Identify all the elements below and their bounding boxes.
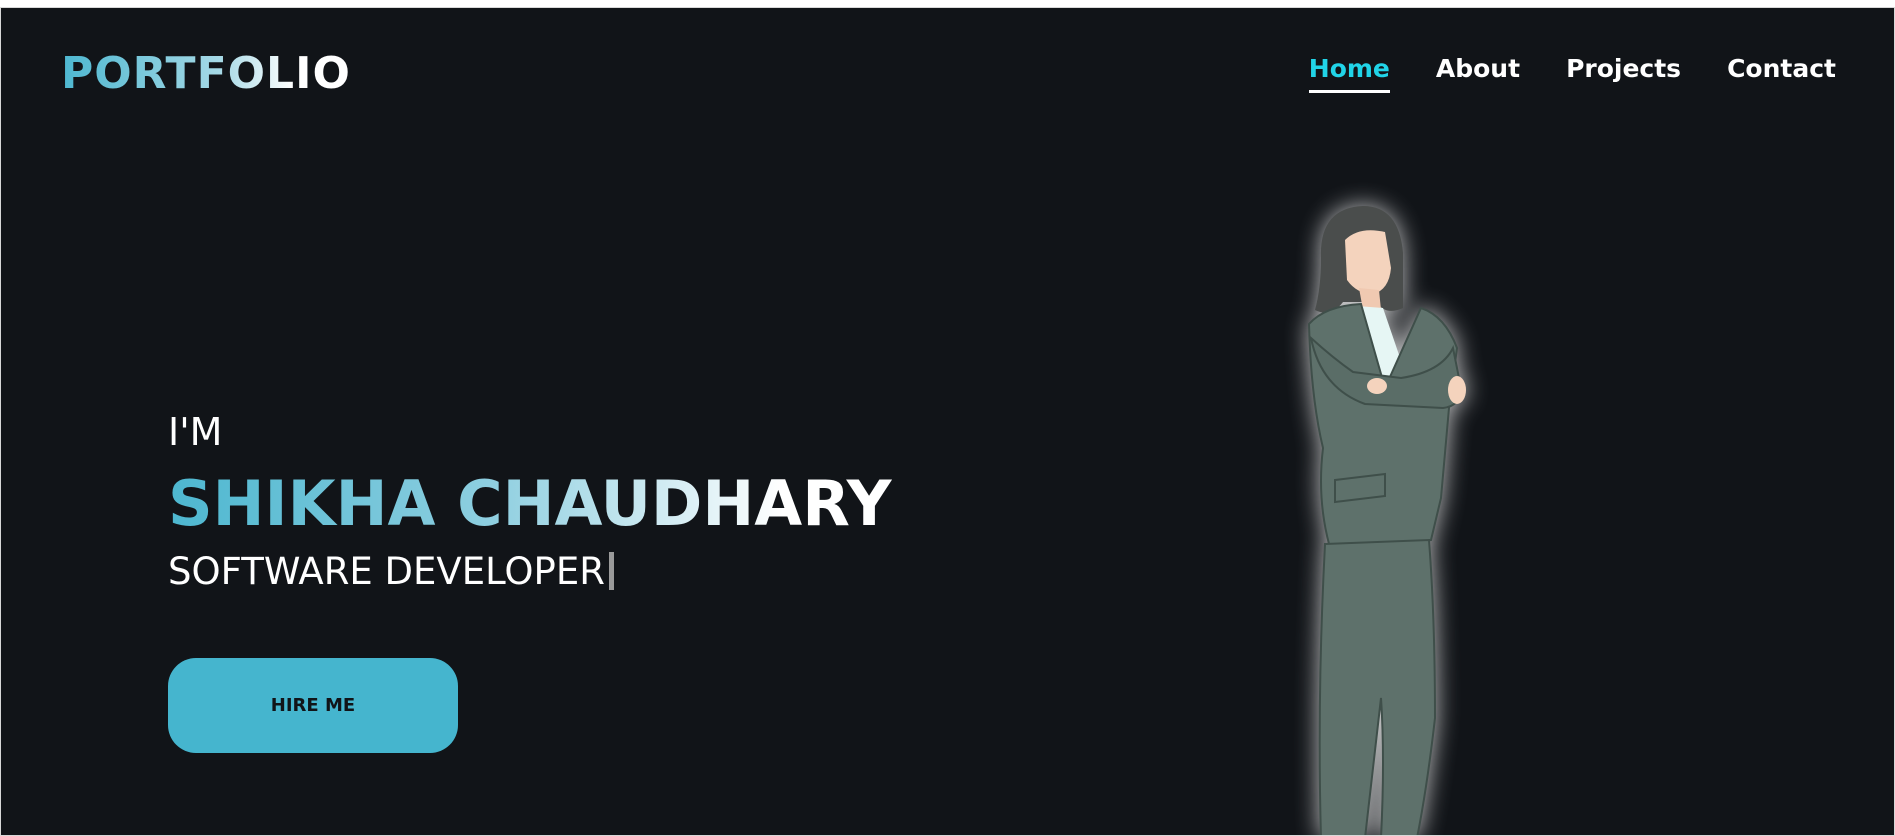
nav-contact[interactable]: Contact xyxy=(1727,52,1836,93)
main-nav: Home About Projects Contact xyxy=(1308,52,1836,93)
right-hand xyxy=(1367,378,1387,394)
face-shape xyxy=(1345,230,1391,294)
nav-about[interactable]: About xyxy=(1436,52,1520,93)
hire-me-button[interactable]: HIRE ME xyxy=(168,658,458,753)
hero-role-line: SOFTWARE DEVELOPER xyxy=(168,548,892,596)
hero-role: SOFTWARE DEVELOPER xyxy=(168,550,605,593)
hero-intro: I'M xyxy=(168,410,223,454)
pants-shape xyxy=(1318,538,1437,835)
logo[interactable]: PORTFOLIO xyxy=(61,44,351,104)
page-frame: PORTFOLIO Home About Projects Contact I'… xyxy=(0,7,1895,836)
left-hand xyxy=(1448,376,1466,404)
typing-cursor xyxy=(608,552,614,590)
hero-name: SHIKHA CHAUDHARY xyxy=(168,467,892,540)
nav-home[interactable]: Home xyxy=(1308,52,1390,93)
hero-text: I'M SHIKHA CHAUDHARY SOFTWARE DEVELOPER xyxy=(168,408,892,596)
woman-in-suit-illustration xyxy=(1307,206,1466,835)
nav-projects[interactable]: Projects xyxy=(1566,52,1681,93)
